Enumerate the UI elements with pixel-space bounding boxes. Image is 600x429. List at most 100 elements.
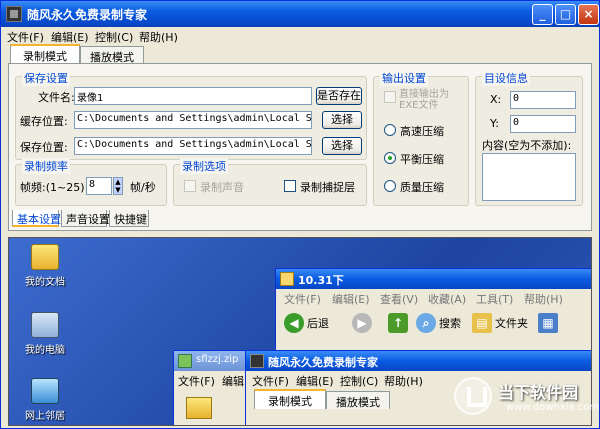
menu-bar: 文件(F) 编辑(E) 控制(C) 帮助(H) <box>1 27 599 45</box>
app-icon <box>6 6 22 22</box>
nested-menu-edit[interactable]: 编辑(E) <box>296 373 334 389</box>
explorer-menu-tools[interactable]: 工具(T) <box>476 291 513 307</box>
radio-balanced-compress[interactable] <box>384 152 396 164</box>
window-title: 随风永久免费录制专家 <box>27 8 148 22</box>
target-info-label: 目设信息 <box>482 70 530 86</box>
back-button[interactable]: ◀ 后退 <box>284 313 329 333</box>
network-icon <box>31 378 59 404</box>
menu-help[interactable]: 帮助(H) <box>139 29 178 45</box>
nested-title-bar[interactable]: 随风永久免费录制专家 <box>246 351 591 371</box>
save-browse-button[interactable]: 选择 <box>322 137 362 155</box>
tab-hotkeys[interactable]: 快捷键 <box>109 210 149 227</box>
tab-record-mode[interactable]: 录制模式 <box>10 44 80 64</box>
main-window: 随风永久免费录制专家 _ □ × 文件(F) 编辑(E) 控制(C) 帮助(H)… <box>0 0 600 429</box>
tab-play-mode[interactable]: 播放模式 <box>80 46 144 64</box>
frequency-label: 录制频率 <box>22 158 70 174</box>
title-bar[interactable]: 随风永久免费录制专家 _ □ × <box>1 1 599 27</box>
watermark-brand: 当下软件园 <box>498 383 579 402</box>
balanced-compress-label: 平衡压缩 <box>400 153 444 166</box>
my-computer-label: 我的电脑 <box>25 345 65 356</box>
save-location-input[interactable]: C:\Documents and Settings\admin\Local Se… <box>74 137 312 155</box>
folder-icon <box>280 272 294 286</box>
download-logo-icon <box>454 377 492 415</box>
nested-tab-play-mode[interactable]: 播放模式 <box>326 391 390 409</box>
forward-button[interactable]: ▶ <box>352 313 372 333</box>
quality-compress-label: 质量压缩 <box>400 181 444 194</box>
save-settings-label: 保存设置 <box>22 70 70 86</box>
record-cursor-checkbox[interactable] <box>284 180 296 192</box>
y-label: Y: <box>490 117 499 130</box>
cache-location-label: 缓存位置: <box>20 115 68 128</box>
watermark-url: www.downxia.com <box>506 402 600 413</box>
fps-unit: 帧/秒 <box>130 181 156 194</box>
cache-browse-button[interactable]: 选择 <box>322 111 362 129</box>
explorer-menu-favorites[interactable]: 收藏(A) <box>428 291 466 307</box>
x-label: X: <box>490 93 502 106</box>
close-button[interactable]: × <box>578 4 599 25</box>
maximize-button[interactable]: □ <box>555 4 576 25</box>
desktop-my-computer[interactable]: 我的电脑 <box>15 312 75 356</box>
record-sound-checkbox[interactable] <box>184 180 196 192</box>
record-options-group: 录制选项 录制声音 录制捕捉层 <box>173 158 367 206</box>
direct-exe-checkbox[interactable] <box>384 91 396 103</box>
computer-icon <box>31 312 59 338</box>
menu-file[interactable]: 文件(F) <box>7 29 44 45</box>
explorer-menu-file[interactable]: 文件(F) <box>284 291 321 307</box>
app-icon <box>250 354 264 368</box>
explorer-title-bar[interactable]: 10.31下 <box>276 269 591 289</box>
record-sound-label: 录制声音 <box>200 181 244 194</box>
target-info-group: 目设信息 X: 0 Y: 0 内容(空为不添加): <box>475 70 583 206</box>
nested-title: 随风永久免费录制专家 <box>268 356 378 369</box>
x-input[interactable]: 0 <box>510 91 576 109</box>
save-location-label: 保存位置: <box>20 141 68 154</box>
radio-quality-compress[interactable] <box>384 180 396 192</box>
folders-button[interactable]: ▤ 文件夹 <box>472 313 528 333</box>
fps-label: 帧频:(1~25) <box>20 181 85 194</box>
back-arrow-icon: ◀ <box>284 313 304 333</box>
folders-icon: ▤ <box>472 313 492 333</box>
up-folder-icon: ↑ <box>388 313 408 333</box>
tab-basic-settings[interactable]: 基本设置 <box>12 210 61 227</box>
y-input[interactable]: 0 <box>510 115 576 133</box>
search-button[interactable]: ⌕ 搜索 <box>416 313 461 333</box>
tab-sound-settings[interactable]: 声音设置 <box>61 210 110 227</box>
nested-menu-control[interactable]: 控制(C) <box>340 373 378 389</box>
explorer-menu: 文件(F) 编辑(E) 查看(V) 收藏(A) 工具(T) 帮助(H) <box>276 289 591 307</box>
desktop-my-documents[interactable]: 我的文档 <box>15 244 75 288</box>
desktop-network[interactable]: 网上邻居 <box>15 378 75 422</box>
explorer-title: 10.31下 <box>298 274 344 287</box>
record-options-label: 录制选项 <box>180 158 228 174</box>
search-icon: ⌕ <box>416 313 436 333</box>
zip-title: sflzzj.zip <box>196 354 239 365</box>
nested-menu-file[interactable]: 文件(F) <box>252 373 289 389</box>
filename-input[interactable]: 录像1 <box>74 87 312 105</box>
fps-input[interactable]: 8 <box>86 177 112 195</box>
zip-menu-file[interactable]: 文件(F) <box>178 373 215 389</box>
fps-spinner[interactable]: ▲ ▼ <box>113 177 123 195</box>
menu-control[interactable]: 控制(C) <box>95 29 133 45</box>
record-cursor-label: 录制捕捉层 <box>300 181 355 194</box>
explorer-menu-view[interactable]: 查看(V) <box>380 291 418 307</box>
nested-menu-help[interactable]: 帮助(H) <box>384 373 423 389</box>
save-settings-group: 保存设置 文件名: 录像1 是否存在 缓存位置: C:\Documents an… <box>15 70 367 160</box>
zip-menu-edit[interactable]: 编辑 <box>222 373 244 389</box>
explorer-menu-help[interactable]: 帮助(H) <box>524 291 563 307</box>
archive-icon <box>178 354 192 368</box>
content-textarea[interactable] <box>482 153 576 201</box>
folder-icon <box>186 397 212 419</box>
folders-label: 文件夹 <box>495 317 528 330</box>
menu-edit[interactable]: 编辑(E) <box>51 29 89 45</box>
my-documents-label: 我的文档 <box>25 277 65 288</box>
forward-arrow-icon: ▶ <box>352 313 372 333</box>
filename-label: 文件名: <box>38 91 75 104</box>
minimize-button[interactable]: _ <box>532 4 553 25</box>
check-exists-button[interactable]: 是否存在 <box>316 87 362 105</box>
cache-location-input[interactable]: C:\Documents and Settings\admin\Local Se… <box>74 111 312 129</box>
fast-compress-label: 高速压缩 <box>400 125 444 138</box>
nested-tab-record-mode[interactable]: 录制模式 <box>254 389 326 409</box>
search-label: 搜索 <box>439 317 461 330</box>
views-button[interactable]: ▦ <box>538 313 558 333</box>
up-button[interactable]: ↑ <box>388 313 408 333</box>
explorer-menu-edit[interactable]: 编辑(E) <box>332 291 370 307</box>
radio-fast-compress[interactable] <box>384 124 396 136</box>
